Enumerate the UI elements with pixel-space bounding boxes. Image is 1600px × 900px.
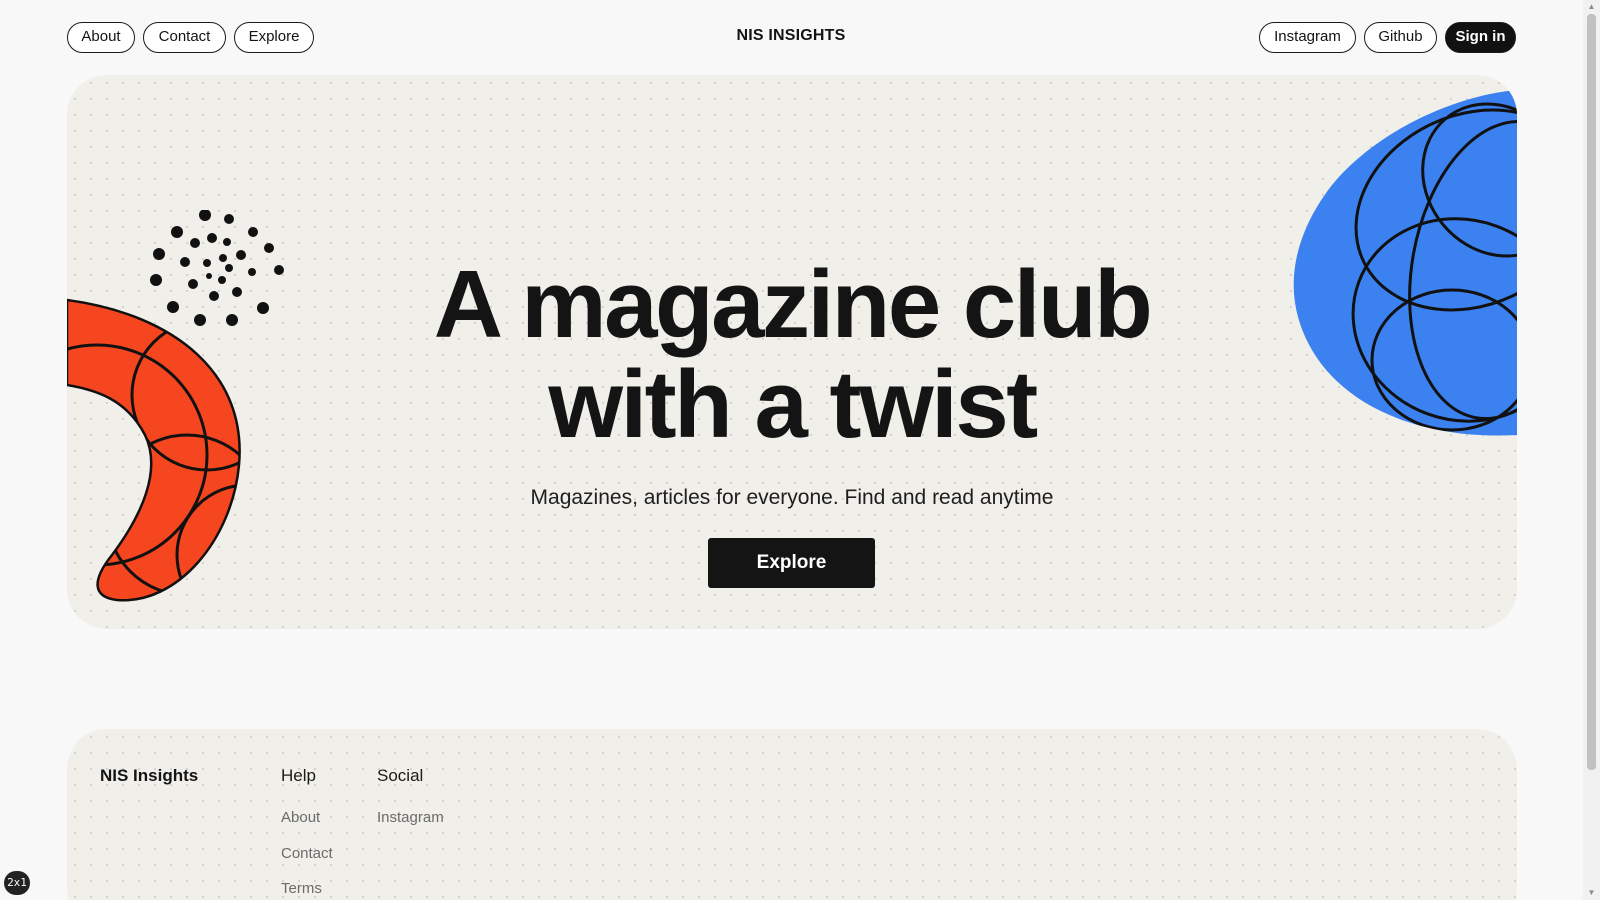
hero-headline-line2: with a twist (548, 351, 1038, 458)
footer-help-title: Help (281, 766, 316, 785)
nav-github-button[interactable]: Github (1364, 22, 1437, 53)
footer-link-terms[interactable]: Terms (281, 880, 322, 897)
hero-headline: A magazine club with a twist (67, 255, 1517, 455)
footer-link-instagram[interactable]: Instagram (377, 809, 444, 826)
footer-brand: NIS Insights (100, 766, 199, 785)
hero-tagline: Magazines, articles for everyone. Find a… (530, 486, 1054, 509)
hero-section: A magazine club with a twist Magazines, … (67, 75, 1517, 629)
hero-headline-line1: A magazine club (433, 251, 1153, 358)
page: About Contact Explore NIS INSIGHTS Insta… (0, 0, 1600, 900)
footer-link-about[interactable]: About (281, 809, 320, 826)
vertical-scrollbar[interactable]: ▲ ▼ (1583, 0, 1600, 900)
scroll-thumb[interactable] (1587, 14, 1596, 770)
footer-social-title: Social (377, 766, 424, 785)
nav-about-button[interactable]: About (67, 22, 135, 53)
footer-link-contact[interactable]: Contact (281, 845, 333, 862)
sign-in-button[interactable]: Sign in (1445, 22, 1516, 53)
scroll-up-arrow-icon[interactable]: ▲ (1583, 0, 1600, 14)
hero-explore-button[interactable]: Explore (708, 538, 875, 588)
footer: NIS Insights Help About Contact Terms So… (67, 729, 1517, 900)
scroll-down-arrow-icon[interactable]: ▼ (1583, 886, 1600, 900)
nav-contact-button[interactable]: Contact (143, 22, 226, 53)
nav-instagram-button[interactable]: Instagram (1259, 22, 1356, 53)
site-brand[interactable]: NIS INSIGHTS (700, 27, 882, 45)
nav-explore-button[interactable]: Explore (234, 22, 314, 53)
zoom-badge: 2x1 (4, 871, 30, 895)
